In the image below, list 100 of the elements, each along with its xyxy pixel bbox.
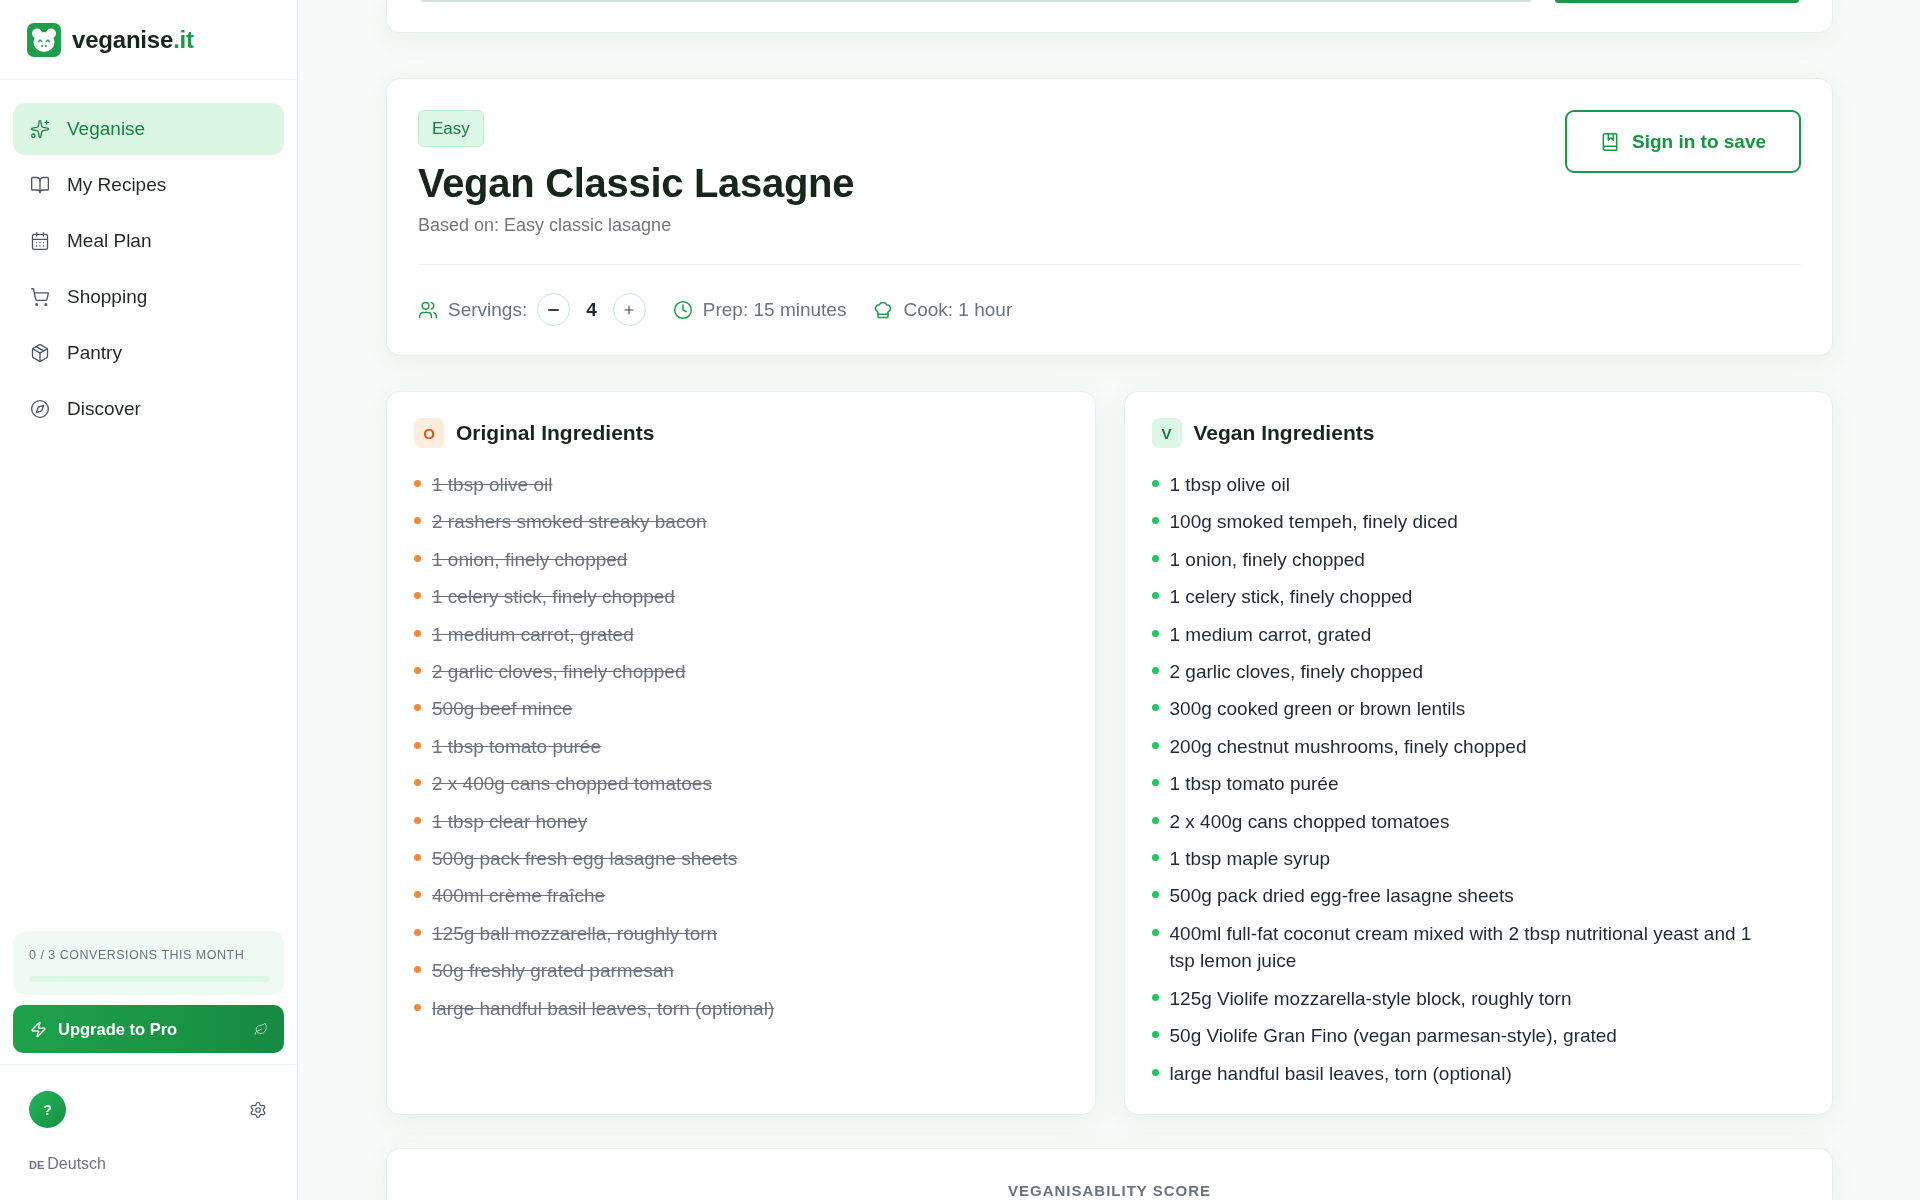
ingredient-text: 500g beef mince [432, 697, 573, 722]
ingredient-text: 1 tbsp clear honey [432, 809, 588, 834]
nav-item[interactable]: Meal Plan [13, 215, 284, 267]
settings-icon[interactable] [249, 1100, 267, 1119]
ingredient-text: 100g smoked tempeh, finely diced [1169, 510, 1458, 535]
decrease-button[interactable] [537, 293, 571, 326]
bullet-icon [1151, 928, 1159, 936]
bullet-icon [414, 891, 421, 899]
nav-item[interactable]: Discover [13, 383, 284, 435]
letter-badge: O [414, 418, 444, 448]
servings-value: 4 [586, 298, 597, 321]
servings-label: Servings: [448, 298, 528, 321]
bullet-icon [414, 816, 421, 824]
bullet-icon [1151, 741, 1159, 749]
ingredient-text: 2 garlic cloves, finely chopped [432, 660, 686, 685]
bullet-icon [1151, 1031, 1159, 1039]
bullet-icon [1151, 854, 1159, 862]
ingredient-text: 1 tbsp maple syrup [1169, 847, 1331, 872]
ingredient-text: 2 x 400g cans chopped tomatoes [432, 772, 712, 797]
usage-label: 0 / 3 CONVERSIONS THIS MONTH [29, 947, 246, 963]
bullet-icon [1151, 517, 1159, 525]
ingredient-text: 1 tbsp tomato purée [1169, 772, 1339, 797]
difficulty-badge: Easy [418, 110, 484, 147]
bullet-icon [414, 480, 421, 487]
calendar-icon [30, 231, 50, 251]
nav-item[interactable]: Shopping [13, 271, 284, 323]
ingredient-text: 1 celery stick, finely chopped [1169, 585, 1413, 610]
bullet-icon [1151, 667, 1159, 675]
ingredient-text: 400ml crème fraîche [432, 884, 606, 909]
bullet-icon [1151, 554, 1159, 562]
ingredient-text: 50g freshly grated parmesan [432, 959, 674, 984]
box-icon [30, 343, 50, 363]
card-title: Vegan Ingredients [1193, 421, 1375, 445]
upgrade-button[interactable]: Upgrade to Pro [13, 1005, 284, 1053]
increase-button[interactable] [612, 293, 646, 326]
minus-icon [548, 308, 560, 311]
bullet-icon [414, 517, 421, 525]
ingredient-text: 500g pack dried egg-free lasagne sheets [1169, 884, 1514, 909]
bullet-icon [414, 741, 421, 749]
card-title: Original Ingredients [456, 421, 655, 445]
ingredient-text: 125g Violife mozzarella-style block, roughly torn [1169, 986, 1572, 1011]
plus-icon [622, 302, 637, 317]
score-heading: VEGANISABILITY SCORE [1007, 1181, 1212, 1199]
sparkle-icon [30, 119, 50, 139]
bullet-icon [1151, 704, 1159, 712]
bullet-icon [414, 928, 421, 936]
ingredient-text: 1 medium carrot, grated [432, 622, 634, 647]
ingredient-text: 400ml full-fat coconut cream mixed with 2 tbsp nutritional yeast and 1 tsp lemon juice [1169, 921, 1753, 974]
save-button[interactable]: Sign in to save [1565, 110, 1801, 173]
ingredient-text: 1 tbsp tomato purée [432, 734, 601, 759]
bullet-icon [414, 704, 421, 712]
bullet-icon [414, 592, 421, 600]
action-button[interactable] [1555, 0, 1799, 3]
ingredient-text: 2 rashers smoked streaky bacon [432, 510, 707, 535]
bullet-icon [414, 1003, 421, 1011]
nav-item[interactable]: Pantry [13, 327, 284, 379]
bullet-icon [414, 554, 421, 562]
recipe-title: Vegan Classic Lasagne [418, 160, 855, 207]
bullet-icon [414, 667, 421, 675]
ingredient-text: 1 onion, finely chopped [1169, 547, 1365, 572]
cart-icon [30, 287, 50, 307]
bullet-icon [1151, 1068, 1159, 1076]
bullet-icon [414, 854, 421, 862]
prep-time: Prep: 15 minutes [702, 298, 847, 321]
ingredient-text: large handful basil leaves, torn (optional) [1169, 1061, 1512, 1086]
bullet-icon [1151, 592, 1159, 600]
bullet-icon [1151, 629, 1159, 637]
ingredient-text: 300g cooked green or brown lentils [1169, 697, 1466, 722]
nav-item[interactable]: Veganise [13, 103, 284, 155]
bullet-icon [414, 779, 421, 787]
ingredient-text: 1 medium carrot, grated [1169, 622, 1372, 647]
bullet-icon [1151, 480, 1159, 487]
bullet-icon [414, 966, 421, 974]
bullet-icon [1151, 891, 1159, 899]
bullet-icon [1151, 816, 1159, 824]
ingredient-text: 1 celery stick, finely chopped [432, 585, 675, 610]
ingredient-text: large handful basil leaves, torn (optional) [432, 996, 775, 1021]
chef-hat-icon [873, 299, 894, 320]
logo-icon [27, 22, 61, 57]
people-icon [418, 299, 438, 320]
bullet-icon [414, 629, 421, 637]
ingredient-text: 125g ball mozzarella, roughly torn [432, 921, 718, 946]
source-text: Based on: Easy classic lasagne [418, 214, 672, 237]
nav-item[interactable]: My Recipes [13, 159, 284, 211]
book-icon [30, 175, 50, 195]
clock-icon [672, 299, 693, 320]
lightning-icon [30, 1020, 47, 1038]
leaf-icon [254, 1022, 268, 1036]
logo-text: veganise.it [72, 25, 194, 54]
ingredient-text: 1 tbsp olive oil [432, 473, 553, 497]
bullet-icon [1151, 779, 1159, 787]
ingredient-text: 500g pack fresh egg lasagne sheets [432, 847, 738, 872]
ingredient-text: 1 onion, finely chopped [432, 547, 628, 572]
language-button[interactable]: DE Deutsch [29, 1155, 106, 1173]
ingredient-text: 2 x 400g cans chopped tomatoes [1169, 809, 1450, 834]
ingredient-text: 200g chestnut mushrooms, finely chopped [1169, 734, 1527, 759]
letter-badge: V [1151, 418, 1182, 448]
ingredient-text: 1 tbsp olive oil [1169, 473, 1290, 497]
ingredient-text: 2 garlic cloves, finely chopped [1169, 660, 1423, 685]
bullet-icon [1151, 993, 1159, 1001]
